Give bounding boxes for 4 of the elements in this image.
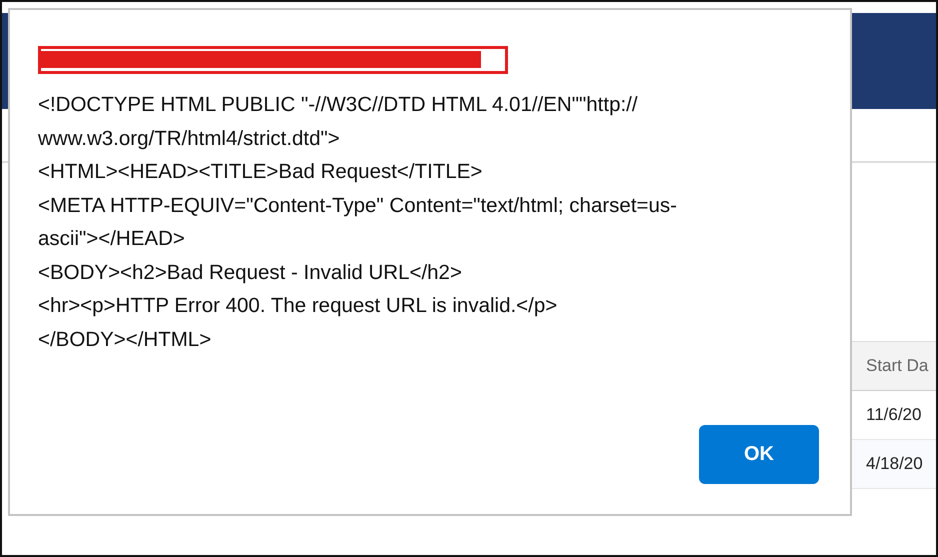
error-message: <!DOCTYPE HTML PUBLIC "-//W3C//DTD HTML 4.01//EN""http:// www.w3.org/TR/html4/strict.dtd"> <HTML><HEAD><TITLE>Bad Request</TITLE> <META HTTP-EQUIV="Content-Type" Content="text/html; charset=us- ascii"></HEAD> <BODY><h2>Bad Request - Invalid URL</h2> <hr><p>HTTP Error 400. The request URL is invalid.</p> </BODY></HTML>	[38, 92, 678, 352]
table-cell: 4/18/20	[850, 440, 936, 489]
ok-button[interactable]: OK	[699, 425, 819, 484]
column-header: Start Da	[850, 341, 936, 391]
